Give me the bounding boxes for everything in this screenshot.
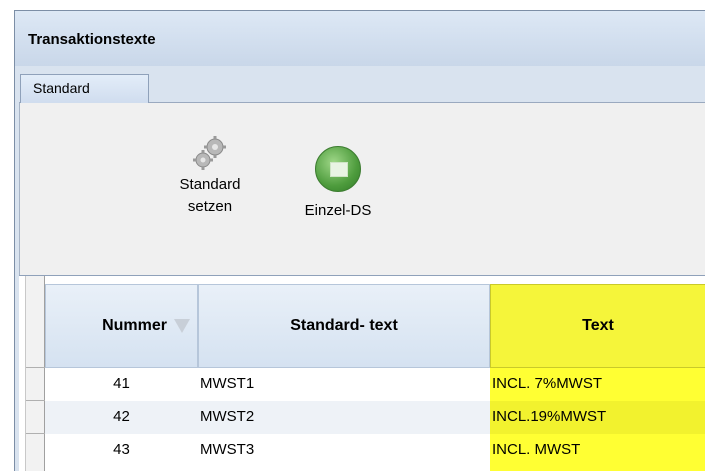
- cell-nummer[interactable]: 42: [45, 401, 198, 434]
- column-header-label: Nummer: [102, 317, 167, 334]
- tab-standard[interactable]: Standard: [20, 74, 149, 104]
- window-title: Transaktionstexte: [28, 31, 156, 48]
- table-row[interactable]: 43 MWST3 INCL. MWST: [45, 434, 705, 471]
- cell-standard-text[interactable]: MWST2: [198, 401, 490, 434]
- row-selector[interactable]: [26, 434, 46, 471]
- einzel-ds-button[interactable]: Einzel-DS: [288, 146, 388, 222]
- data-grid: Nummer Standard- text Text 41 MWST1 INCL…: [19, 275, 705, 471]
- table-row[interactable]: 42 MWST2 INCL.19%MWST: [45, 401, 705, 434]
- column-header-label: Text: [582, 317, 614, 334]
- column-header-label: Standard- text: [290, 317, 398, 334]
- cell-text[interactable]: INCL. 7%MWST: [490, 368, 705, 401]
- toolbar: Standard setzen Einzel-DS: [19, 103, 705, 275]
- cell-standard-text[interactable]: MWST1: [198, 368, 490, 401]
- column-header-standard-text[interactable]: Standard- text: [198, 284, 490, 368]
- cell-text[interactable]: INCL. MWST: [490, 434, 705, 471]
- title-bar: Transaktionstexte: [15, 11, 705, 66]
- table-row[interactable]: 41 MWST1 INCL. 7%MWST: [45, 368, 705, 401]
- sort-descending-icon: [174, 319, 190, 333]
- row-selector[interactable]: [26, 368, 46, 401]
- table-icon: [315, 146, 361, 192]
- einzel-ds-label: Einzel-DS: [304, 202, 372, 219]
- column-header-text[interactable]: Text: [490, 284, 705, 368]
- standard-setzen-label-line2: setzen: [187, 198, 233, 215]
- tab-strip: Standard: [19, 73, 705, 104]
- row-header-corner: [26, 276, 46, 368]
- row-selector[interactable]: [26, 401, 46, 434]
- transaktionstexte-window: Transaktionstexte Standard Standard setz…: [14, 10, 705, 471]
- cell-text[interactable]: INCL.19%MWST: [490, 401, 705, 434]
- cell-nummer[interactable]: 41: [45, 368, 198, 401]
- gears-icon: [190, 134, 230, 174]
- column-header-nummer[interactable]: Nummer: [45, 284, 198, 368]
- standard-setzen-label-line1: Standard: [179, 176, 241, 193]
- cell-nummer[interactable]: 43: [45, 434, 198, 471]
- cell-standard-text[interactable]: MWST3: [198, 434, 490, 471]
- row-header-column: [25, 276, 46, 471]
- standard-setzen-button[interactable]: Standard setzen: [155, 134, 265, 218]
